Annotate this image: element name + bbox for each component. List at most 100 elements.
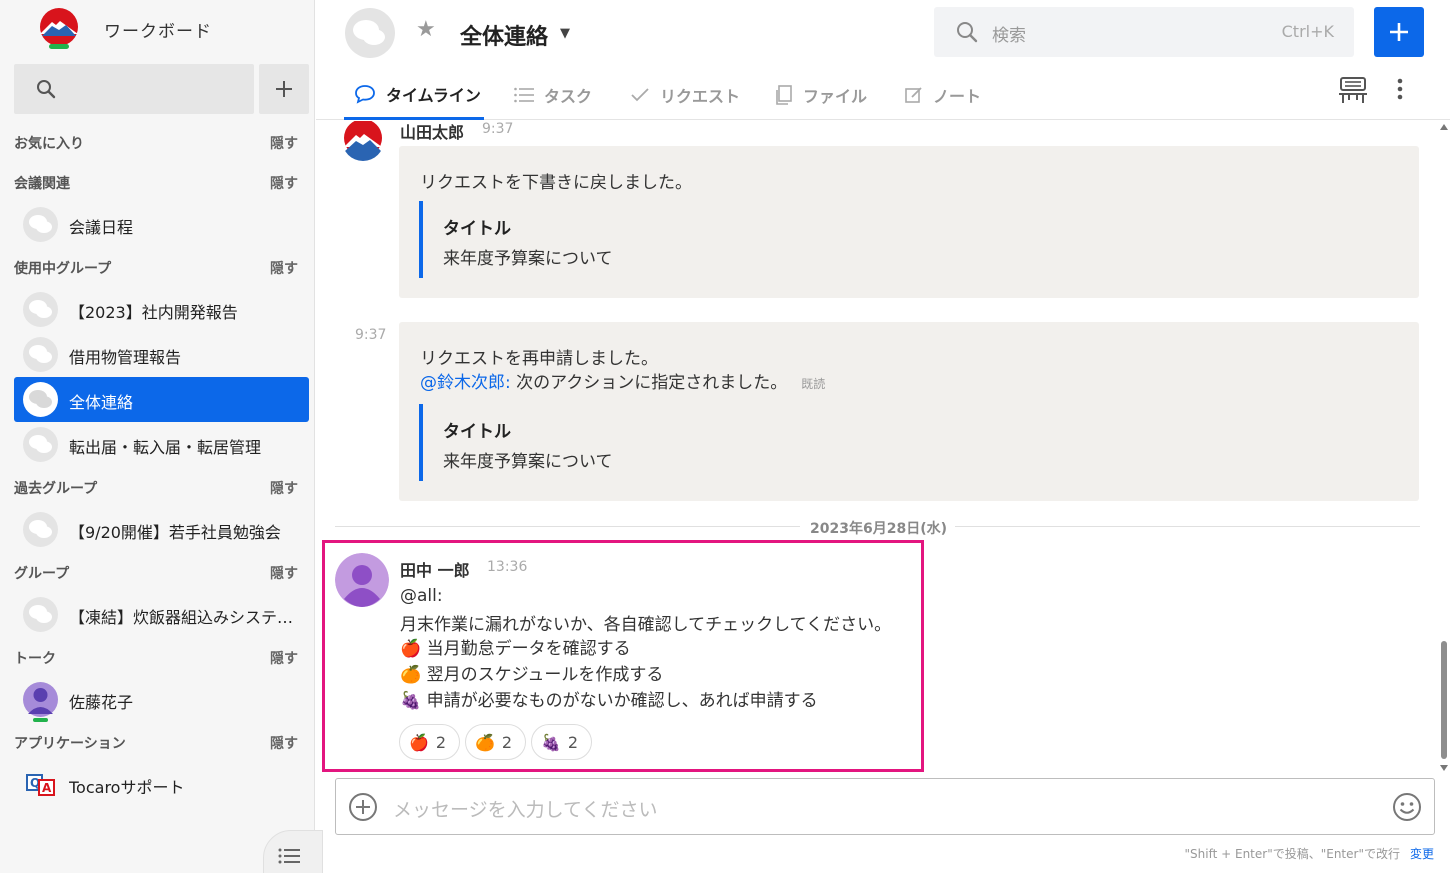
group-avatar	[23, 597, 58, 632]
hide-button[interactable]: 隠す	[270, 133, 298, 153]
search-icon	[957, 22, 978, 43]
user-avatar	[23, 682, 58, 722]
qa-icon: QA	[23, 767, 58, 802]
sidebar-item-moving-notices[interactable]: 転出届・転入届・転居管理	[14, 422, 309, 467]
workspace-avatar-icon	[40, 8, 78, 49]
checklist-item: 🍇 申請が必要なものがないか確認し、あれば申請する	[400, 686, 818, 711]
sidebar-item-borrowed-items[interactable]: 借用物管理報告	[14, 332, 309, 377]
tab-label: タスク	[544, 87, 593, 106]
reaction-orange-button[interactable]: 🍊 2	[465, 724, 526, 760]
scroll-down-icon[interactable]	[1440, 765, 1448, 771]
timeline-scrollbar[interactable]	[1437, 121, 1450, 773]
reaction-apple-button[interactable]: 🍎 2	[399, 724, 460, 760]
message-card: リクエストを再申請しました。 @鈴木次郎: 次のアクションに指定されました。 既読…	[399, 322, 1419, 501]
scrollbar-thumb[interactable]	[1441, 641, 1447, 759]
message-time: 9:37	[355, 327, 387, 343]
mention-link[interactable]: @鈴木次郎:	[420, 373, 511, 393]
grape-icon: 🍇	[400, 691, 422, 711]
sidebar-item-rice-cooker[interactable]: 【凍結】炊飯器組込みシステ…	[14, 592, 309, 637]
workspace-name: ワークボード	[104, 22, 212, 42]
grape-icon: 🍇	[541, 732, 561, 752]
read-status[interactable]: 既読	[801, 377, 825, 391]
quote-bar	[419, 201, 423, 278]
hide-button[interactable]: 隠す	[270, 733, 298, 753]
sidebar-item-dev-report[interactable]: 【2023】社内開発報告	[14, 287, 309, 332]
apple-icon: 🍎	[409, 732, 429, 752]
section-favorites: お気に入り 隠す	[0, 122, 315, 162]
sidebar-item-label: 転出届・転入届・転居管理	[69, 438, 262, 457]
section-title: 使用中グループ	[14, 261, 112, 277]
change-link[interactable]: 変更	[1410, 847, 1434, 861]
chevron-down-icon[interactable]: ▼	[560, 26, 570, 41]
message-sender[interactable]: 山田太郎	[400, 121, 464, 143]
hint-text: "Shift + Enter"で投稿、"Enter"で改行	[1184, 847, 1400, 861]
search-input[interactable]: 検索 Ctrl+K	[934, 7, 1354, 57]
reaction-grape-button[interactable]: 🍇 2	[531, 724, 592, 760]
meeting-room-icon[interactable]	[1338, 76, 1368, 104]
section-title: 会議関連	[14, 176, 70, 192]
item-text: 申請が必要なものがないか確認し、あれば申請する	[426, 691, 818, 711]
workspace-header[interactable]: ワークボード	[0, 0, 315, 58]
hide-button[interactable]: 隠す	[270, 478, 298, 498]
search-icon	[37, 80, 56, 99]
search-shortcut: Ctrl+K	[1281, 22, 1334, 41]
message-card: リクエストを下書きに戻しました。 タイトル 来年度予算案について	[399, 146, 1419, 298]
reaction-count: 2	[435, 732, 447, 752]
quote-body: 来年度予算案について	[443, 249, 613, 269]
plus-icon	[1390, 23, 1408, 41]
checklist-item: 🍎 当月勤怠データを確認する	[400, 634, 631, 659]
sidebar-item-label: 【凍結】炊飯器組込みシステ…	[69, 608, 294, 627]
more-vertical-icon[interactable]	[1397, 78, 1403, 100]
room-title[interactable]: 全体連絡	[460, 19, 548, 51]
message-input[interactable]: メッセージを入力してください	[393, 795, 657, 822]
sidebar-item-label: 佐藤花子	[69, 693, 134, 712]
tab-requests[interactable]: リクエスト	[630, 70, 740, 120]
message-time: 9:37	[482, 121, 514, 137]
note-icon	[905, 87, 922, 103]
emoji-icon[interactable]	[1392, 792, 1422, 822]
tab-timeline[interactable]: タイムライン	[344, 70, 484, 120]
user-avatar	[335, 553, 389, 607]
tab-files[interactable]: ファイル	[775, 70, 867, 120]
sidebar-item-tocaro-support[interactable]: QA Tocaroサポート	[14, 762, 309, 807]
star-icon[interactable]: ★	[416, 17, 436, 42]
section-past-groups: 過去グループ 隠す	[0, 467, 315, 507]
attach-plus-icon[interactable]	[348, 792, 378, 822]
tab-tasks[interactable]: タスク	[514, 70, 592, 120]
sidebar-item-study-session[interactable]: 【9/20開催】若手社員勉強会	[14, 507, 309, 552]
add-group-button[interactable]	[259, 64, 309, 114]
separator-line	[955, 526, 1420, 527]
section-groups: グループ 隠す	[0, 552, 315, 592]
sidebar-search-input[interactable]	[14, 64, 254, 114]
sidebar-item-label: Tocaroサポート	[69, 778, 185, 797]
hide-button[interactable]: 隠す	[270, 563, 298, 583]
hide-button[interactable]: 隠す	[270, 258, 298, 278]
quote-title: タイトル	[443, 422, 511, 442]
sidebar-menu-button[interactable]	[263, 830, 323, 873]
reaction-count: 2	[501, 732, 513, 752]
scroll-up-icon[interactable]	[1440, 124, 1448, 130]
date-separator: 2023年6月28日(水)	[335, 518, 1420, 537]
sidebar-item-all-announcements[interactable]: 全体連絡	[14, 377, 309, 422]
mention-link[interactable]: @all:	[400, 586, 443, 606]
timeline: 山田太郎 9:37 リクエストを下書きに戻しました。 タイトル 来年度予算案につ…	[316, 121, 1436, 773]
group-avatar	[23, 512, 58, 547]
user-avatar	[344, 121, 382, 161]
sidebar-item-meeting-schedule[interactable]: 会議日程	[14, 202, 309, 247]
new-post-button[interactable]	[1374, 7, 1424, 57]
reaction-count: 2	[567, 732, 579, 752]
search-placeholder: 検索	[992, 26, 1026, 46]
tab-notes[interactable]: ノート	[905, 70, 981, 120]
tab-label: ファイル	[803, 87, 868, 106]
sidebar-item-label: 【9/20開催】若手社員勉強会	[69, 523, 281, 542]
hide-button[interactable]: 隠す	[270, 648, 298, 668]
quote-bar	[419, 404, 423, 481]
plus-icon	[276, 81, 292, 97]
hide-button[interactable]: 隠す	[270, 173, 298, 193]
sidebar-item-sato-hanako[interactable]: 佐藤花子	[14, 677, 309, 722]
sidebar-item-label: 全体連絡	[69, 393, 134, 412]
sidebar: ワークボード お気に入り 隠す 会議関連 隠す 会議日程 使用中グループ 隠す …	[0, 0, 323, 873]
message-composer[interactable]: メッセージを入力してください	[335, 778, 1435, 835]
message-sender[interactable]: 田中 一郎	[400, 557, 470, 581]
group-avatar	[23, 337, 58, 372]
